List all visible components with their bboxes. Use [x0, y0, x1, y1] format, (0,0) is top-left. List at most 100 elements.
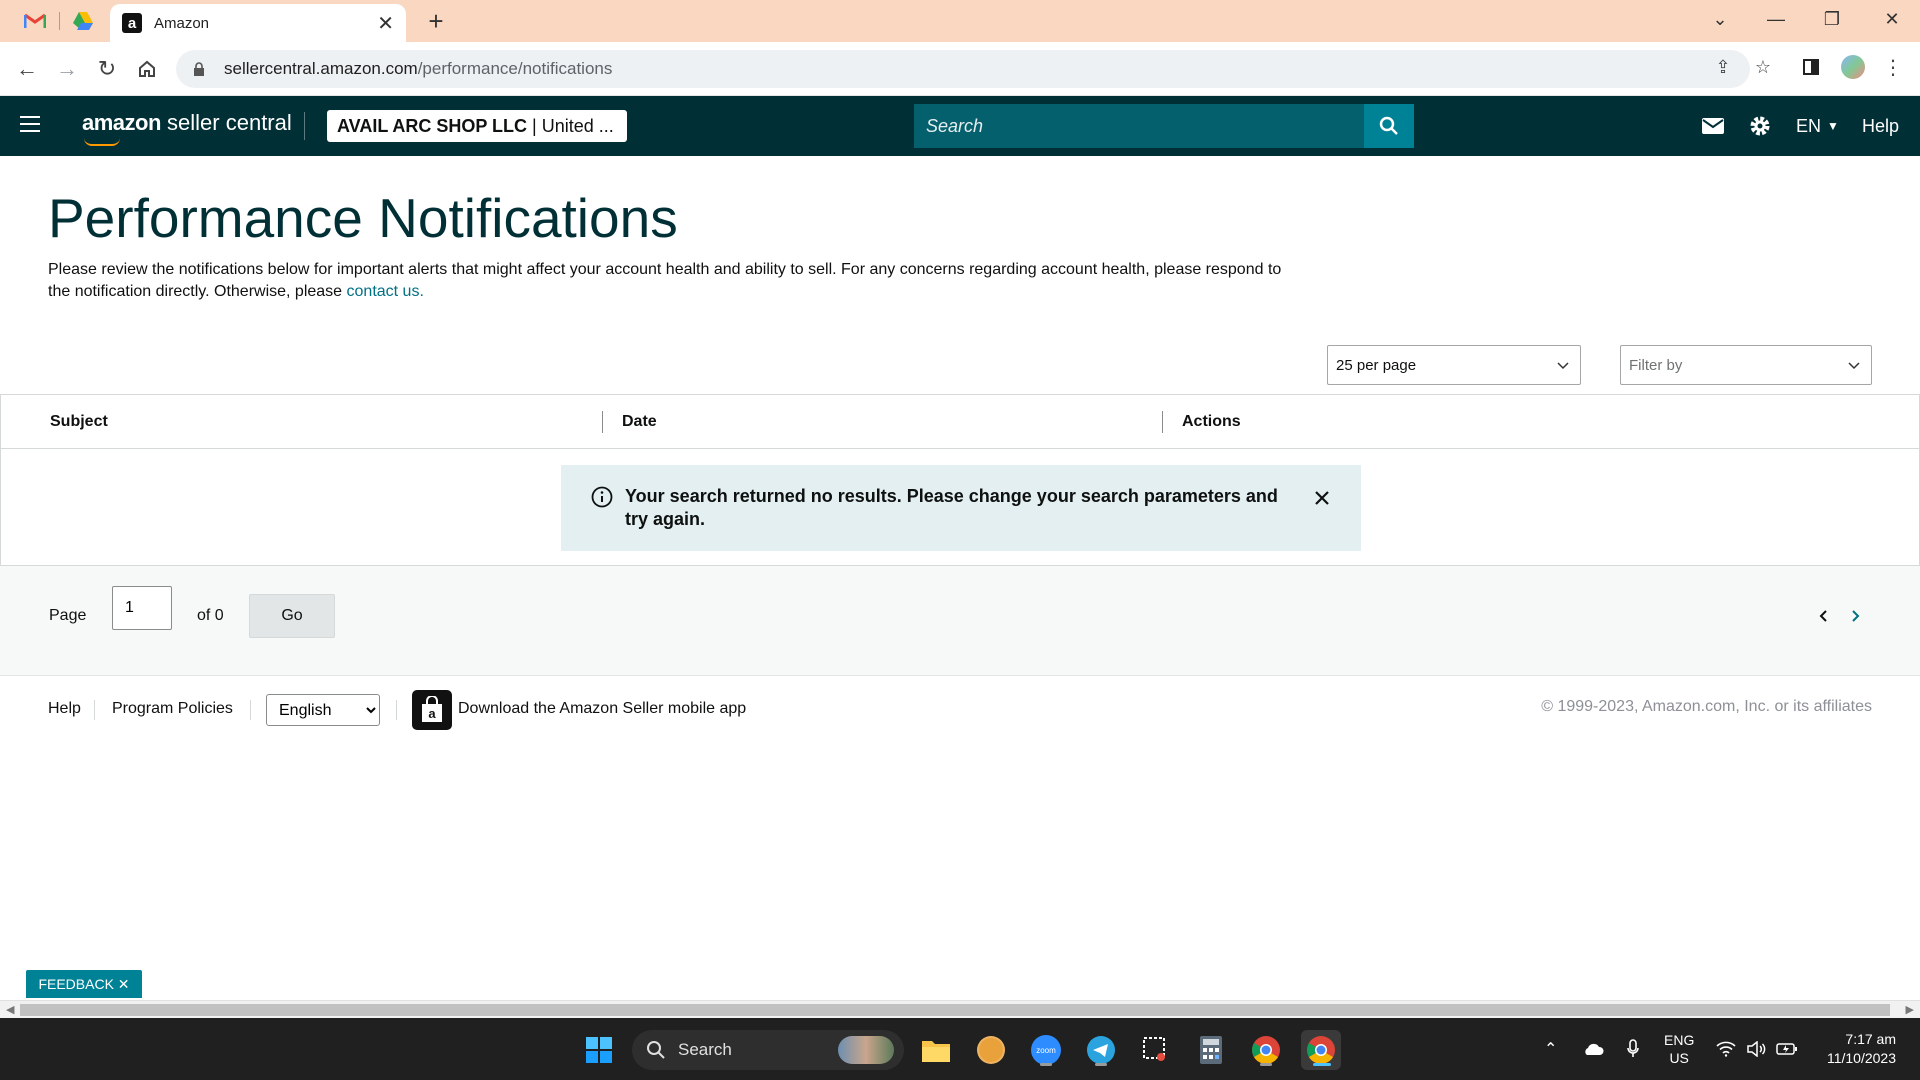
footer-divider — [250, 700, 251, 720]
page-title: Performance Notifications — [48, 187, 678, 249]
input-language[interactable]: ENG US — [1664, 1018, 1694, 1080]
next-page-icon[interactable] — [1847, 608, 1863, 624]
download-app-link[interactable]: Download the Amazon Seller mobile app — [458, 700, 746, 718]
footer-help-link[interactable]: Help — [48, 700, 81, 718]
go-button[interactable]: Go — [249, 594, 335, 638]
file-explorer-icon[interactable] — [916, 1030, 956, 1070]
table-header: Subject Date Actions — [1, 395, 1919, 449]
browser-tab-strip: a Amazon ✕ + ⌄ — ❐ ✕ — [0, 0, 1920, 42]
zoom-icon[interactable]: zoom — [1026, 1030, 1066, 1070]
search-button[interactable] — [1364, 104, 1414, 148]
tab-search-chevron-icon[interactable]: ⌄ — [1692, 0, 1748, 38]
address-bar[interactable]: sellercentral.amazon.com/performance/not… — [176, 50, 1750, 88]
brand-amazon: amazon — [82, 110, 161, 135]
footer-language-select[interactable]: English — [266, 694, 380, 726]
start-button[interactable] — [579, 1030, 619, 1070]
notifications-table: Subject Date Actions Your search returne… — [0, 394, 1920, 566]
page-number-input[interactable] — [112, 586, 172, 630]
scroll-right-icon[interactable]: ▶ — [1906, 1003, 1914, 1016]
tab-separator — [59, 12, 60, 30]
language-dropdown[interactable]: EN ▼ — [1796, 96, 1839, 156]
horizontal-scrollbar[interactable]: ◀ ▶ — [0, 1000, 1920, 1018]
gmail-tab[interactable] — [16, 6, 54, 36]
account-switcher[interactable]: AVAIL ARC SHOP LLC | United ... — [327, 110, 627, 142]
filter-placeholder: Filter by — [1629, 356, 1683, 374]
clock[interactable]: 7:17 am 11/10/2023 — [1818, 1018, 1896, 1080]
per-page-value: 25 per page — [1336, 356, 1417, 374]
bookmark-star-icon[interactable]: ☆ — [1750, 54, 1776, 80]
mail-button[interactable] — [1702, 96, 1724, 156]
page-of-label: of 0 — [197, 607, 224, 624]
show-hidden-icons[interactable]: ⌃ — [1544, 1018, 1557, 1080]
lang-code: ENG — [1664, 1032, 1695, 1048]
chevron-down-icon — [1848, 362, 1860, 370]
chrome-icon[interactable] — [1246, 1030, 1286, 1070]
search-input[interactable] — [914, 104, 1364, 148]
scrollbar-thumb[interactable] — [20, 1004, 1890, 1016]
program-policies-link[interactable]: Program Policies — [112, 700, 233, 718]
settings-button[interactable] — [1748, 96, 1772, 156]
seller-search — [914, 104, 1414, 148]
microphone-icon[interactable] — [1626, 1018, 1640, 1080]
taskbar-search-label: Search — [678, 1040, 732, 1059]
close-tab-icon[interactable]: ✕ — [377, 11, 394, 36]
copyright: © 1999-2023, Amazon.com, Inc. or its aff… — [1541, 698, 1872, 715]
drive-tab[interactable] — [64, 6, 102, 36]
scroll-left-icon[interactable]: ◀ — [6, 1003, 14, 1016]
page-intro: Please review the notifications below fo… — [48, 259, 1288, 303]
search-icon — [1379, 116, 1398, 135]
minimize-button[interactable]: — — [1748, 0, 1804, 38]
close-window-button[interactable]: ✕ — [1864, 0, 1920, 38]
column-date[interactable]: Date — [622, 413, 657, 431]
close-alert-icon[interactable] — [1313, 489, 1331, 507]
home-button[interactable] — [132, 54, 162, 84]
chevron-down-icon — [1557, 362, 1569, 370]
hamburger-menu-icon[interactable] — [20, 116, 40, 134]
reload-button[interactable]: ↻ — [92, 54, 122, 84]
url-host: sellercentral.amazon.com — [224, 59, 418, 78]
onedrive-icon[interactable] — [1582, 1018, 1604, 1080]
share-icon[interactable]: ⇪ — [1710, 54, 1736, 80]
amazon-smile-icon — [84, 138, 120, 146]
app-icon-orange[interactable] — [971, 1030, 1011, 1070]
new-tab-button[interactable]: + — [420, 6, 452, 36]
intro-text: Please review the notifications below fo… — [48, 261, 1282, 300]
caret-down-icon: ▼ — [1827, 119, 1839, 133]
previous-page-icon[interactable] — [1816, 608, 1832, 624]
seller-app-icon[interactable]: a — [412, 690, 452, 730]
language-label: EN — [1796, 115, 1822, 136]
column-subject[interactable]: Subject — [50, 413, 108, 431]
windows-logo-icon — [586, 1037, 612, 1063]
seller-central-logo[interactable]: amazon seller central — [82, 110, 292, 146]
wifi-icon[interactable] — [1716, 1018, 1736, 1080]
clock-time: 7:17 am — [1845, 1031, 1896, 1047]
chrome-active-icon[interactable] — [1301, 1030, 1341, 1070]
profile-avatar[interactable] — [1840, 54, 1866, 80]
calculator-icon[interactable] — [1191, 1030, 1231, 1070]
no-results-alert: Your search returned no results. Please … — [561, 465, 1361, 551]
tab-amazon[interactable]: a Amazon ✕ — [110, 4, 406, 42]
filter-select[interactable]: Filter by — [1620, 345, 1872, 385]
restore-button[interactable]: ❐ — [1804, 0, 1860, 38]
footer-divider — [94, 700, 95, 720]
contact-us-link[interactable]: contact us. — [347, 283, 424, 300]
running-indicator — [1260, 1063, 1272, 1066]
snipping-tool-icon[interactable] — [1136, 1030, 1176, 1070]
feedback-button[interactable]: FEEDBACK ✕ — [26, 970, 142, 998]
seller-central-header: amazon seller central AVAIL ARC SHOP LLC… — [0, 96, 1920, 156]
region-code: US — [1669, 1050, 1689, 1066]
column-actions[interactable]: Actions — [1182, 413, 1241, 431]
forward-button[interactable]: → — [52, 54, 82, 84]
per-page-select[interactable]: 25 per page — [1327, 345, 1581, 385]
battery-icon[interactable] — [1776, 1018, 1798, 1080]
volume-icon[interactable] — [1746, 1018, 1766, 1080]
search-icon — [647, 1041, 665, 1059]
help-link[interactable]: Help — [1862, 96, 1899, 156]
taskbar-search[interactable]: Search — [632, 1030, 904, 1070]
browser-menu-icon[interactable]: ⋮ — [1880, 54, 1906, 80]
telegram-icon[interactable] — [1081, 1030, 1121, 1070]
lock-icon — [194, 62, 204, 76]
back-button[interactable]: ← — [12, 54, 42, 84]
side-panel-icon[interactable] — [1798, 54, 1824, 80]
home-icon — [139, 60, 155, 77]
